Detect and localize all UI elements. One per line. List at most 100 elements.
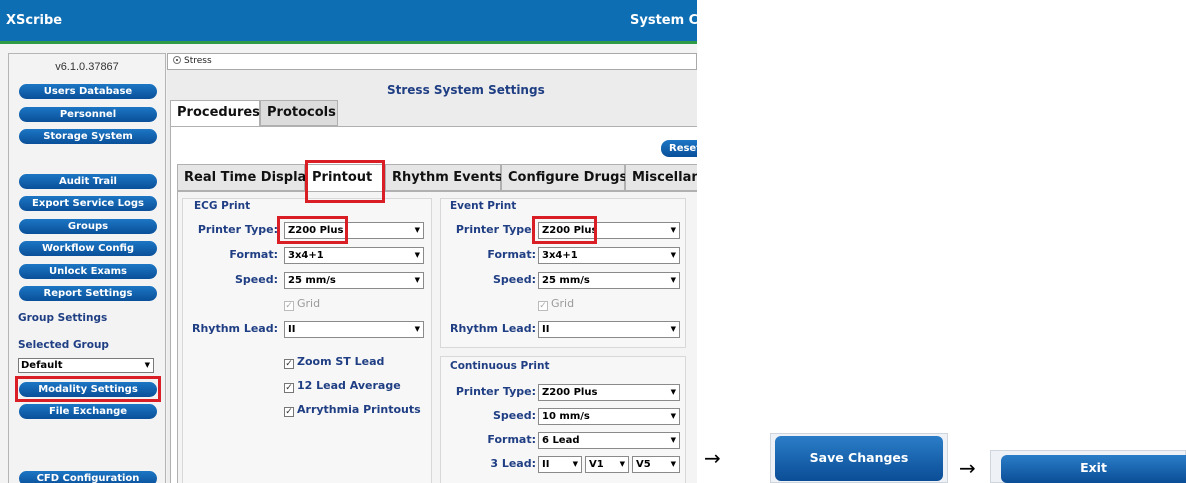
- procedures-content: Reset Real Time Display Printout Rhythm …: [170, 126, 697, 483]
- chevron-down-icon: ▼: [670, 388, 676, 396]
- arrythmia-printouts-checkbox[interactable]: ✓ Arrythmia Printouts: [284, 403, 421, 417]
- checkbox-icon: ✓: [538, 301, 548, 311]
- ecg-grid-checkbox[interactable]: ✓ Grid: [284, 297, 320, 311]
- chevron-down-icon: ▼: [670, 325, 676, 333]
- lead-average-checkbox[interactable]: ✓ 12 Lead Average: [284, 379, 401, 393]
- event-printer-type-label: Printer Type:: [455, 223, 536, 236]
- storage-system-button[interactable]: Storage System: [19, 129, 157, 144]
- lead3-first-dropdown[interactable]: II ▼: [538, 456, 582, 473]
- tab-rhythm-events[interactable]: Rhythm Events: [385, 164, 503, 191]
- unlock-exams-button[interactable]: Unlock Exams: [19, 264, 157, 279]
- ecg-rhythm-lead-label: Rhythm Lead:: [191, 322, 278, 335]
- continuous-speed-dropdown[interactable]: 10 mm/s ▼: [538, 408, 680, 425]
- main-panel: Stress Stress System Settings Procedures…: [167, 53, 697, 483]
- chevron-down-icon: ▼: [670, 276, 676, 284]
- arrythmia-printouts-label: Arrythmia Printouts: [297, 403, 421, 416]
- lead3-first-value: II: [542, 459, 550, 470]
- event-print-title: Event Print: [450, 200, 517, 212]
- ecg-printer-type-highlight: [277, 216, 348, 244]
- chevron-down-icon: ▼: [670, 251, 676, 259]
- personnel-button[interactable]: Personnel: [19, 107, 157, 122]
- workflow-config-button[interactable]: Workflow Config: [19, 241, 157, 256]
- event-speed-value: 25 mm/s: [542, 275, 590, 286]
- continuous-printer-type-value: Z200 Plus: [542, 387, 598, 398]
- event-rhythm-lead-dropdown[interactable]: II ▼: [538, 321, 680, 338]
- event-speed-dropdown[interactable]: 25 mm/s ▼: [538, 272, 680, 289]
- group-settings-label: Group Settings: [18, 312, 108, 324]
- continuous-format-dropdown[interactable]: 6 Lead ▼: [538, 432, 680, 449]
- chevron-down-icon: ▼: [414, 325, 420, 333]
- exit-button[interactable]: Exit: [1001, 455, 1186, 483]
- lead3-third-value: V5: [636, 459, 651, 470]
- continuous-printer-type-dropdown[interactable]: Z200 Plus ▼: [538, 384, 680, 401]
- ecg-format-dropdown[interactable]: 3x4+1 ▼: [284, 247, 424, 264]
- ecg-grid-label: Grid: [297, 297, 321, 310]
- export-service-logs-button[interactable]: Export Service Logs: [19, 196, 157, 211]
- printout-panel: ECG Print Printer Type: Z200 Plus ▼ Forma…: [177, 191, 697, 483]
- lead-average-label: 12 Lead Average: [297, 379, 401, 392]
- event-format-value: 3x4+1: [542, 250, 578, 261]
- sidebar: v6.1.0.37867 Users Database Personnel St…: [8, 53, 166, 483]
- xscribe-window: XScribe System C v6.1.0.37867 Users Data…: [0, 0, 697, 483]
- event-grid-label: Grid: [551, 297, 575, 310]
- selected-group-value: Default: [21, 360, 63, 371]
- lead3-second-dropdown[interactable]: V1 ▼: [585, 456, 629, 473]
- chevron-down-icon: ▼: [144, 361, 150, 369]
- file-exchange-button[interactable]: File Exchange: [19, 404, 157, 419]
- tab-miscellaneous[interactable]: Miscellane: [625, 164, 697, 191]
- continuous-format-label: Format:: [487, 433, 536, 446]
- users-database-button[interactable]: Users Database: [19, 84, 157, 99]
- page-title: Stress System Settings: [387, 83, 545, 97]
- chevron-down-icon: ▼: [414, 226, 420, 234]
- checkbox-icon: ✓: [284, 301, 294, 311]
- event-format-dropdown[interactable]: 3x4+1 ▼: [538, 247, 680, 264]
- breadcrumb-label: Stress: [184, 56, 212, 66]
- right-arrow-icon: →: [704, 446, 721, 470]
- tab-real-time-display[interactable]: Real Time Display: [177, 164, 314, 191]
- selected-group-dropdown[interactable]: Default ▼: [18, 358, 154, 373]
- app-title: XScribe: [6, 13, 63, 28]
- chevron-down-icon: ▼: [414, 251, 420, 259]
- event-rhythm-lead-label: Rhythm Lead:: [449, 322, 536, 335]
- zoom-st-lead-checkbox[interactable]: ✓ Zoom ST Lead: [284, 355, 384, 369]
- continuous-print-title: Continuous Print: [450, 360, 550, 372]
- chevron-down-icon: ▼: [670, 436, 676, 444]
- event-grid-checkbox[interactable]: ✓ Grid: [538, 297, 574, 311]
- tab-configure-drugs[interactable]: Configure Drugs: [501, 164, 627, 191]
- ecg-speed-value: 25 mm/s: [288, 275, 336, 286]
- ecg-rhythm-lead-dropdown[interactable]: II ▼: [284, 321, 424, 338]
- event-speed-label: Speed:: [493, 273, 536, 286]
- event-printer-type-highlight: [532, 216, 597, 244]
- version-label: v6.1.0.37867: [55, 61, 119, 73]
- chevron-down-icon: ▼: [670, 226, 676, 234]
- continuous-lead3-label: 3 Lead:: [490, 457, 536, 470]
- ecg-format-label: Format:: [229, 248, 278, 261]
- continuous-speed-label: Speed:: [493, 409, 536, 422]
- tab-protocols[interactable]: Protocols: [260, 100, 338, 126]
- chevron-down-icon: ▼: [414, 276, 420, 284]
- save-changes-button[interactable]: Save Changes: [775, 436, 943, 481]
- selected-group-label: Selected Group: [18, 339, 109, 351]
- groups-button[interactable]: Groups: [19, 219, 157, 234]
- report-settings-button[interactable]: Report Settings: [19, 286, 157, 301]
- cfd-configuration-button[interactable]: CFD Configuration: [19, 471, 157, 483]
- printout-tab-highlight: [305, 160, 385, 203]
- lead3-third-dropdown[interactable]: V5 ▼: [632, 456, 680, 473]
- continuous-format-value: 6 Lead: [542, 435, 580, 446]
- event-format-label: Format:: [487, 248, 536, 261]
- chevron-down-icon: ▼: [670, 412, 676, 420]
- breadcrumb[interactable]: Stress: [167, 53, 697, 70]
- modality-settings-highlight: [15, 376, 161, 402]
- tab-procedures[interactable]: Procedures: [170, 100, 260, 128]
- ecg-printer-type-label: Printer Type:: [197, 223, 278, 236]
- checkbox-icon: ✓: [284, 383, 294, 393]
- ecg-format-value: 3x4+1: [288, 250, 324, 261]
- window-title: System C: [630, 13, 697, 28]
- chevron-down-icon: ▼: [619, 460, 625, 468]
- ecg-print-title: ECG Print: [194, 200, 251, 212]
- zoom-st-lead-label: Zoom ST Lead: [297, 355, 385, 368]
- reset-button[interactable]: Reset: [661, 140, 697, 157]
- audit-trail-button[interactable]: Audit Trail: [19, 174, 157, 189]
- ecg-speed-dropdown[interactable]: 25 mm/s ▼: [284, 272, 424, 289]
- checkbox-icon: ✓: [284, 359, 294, 369]
